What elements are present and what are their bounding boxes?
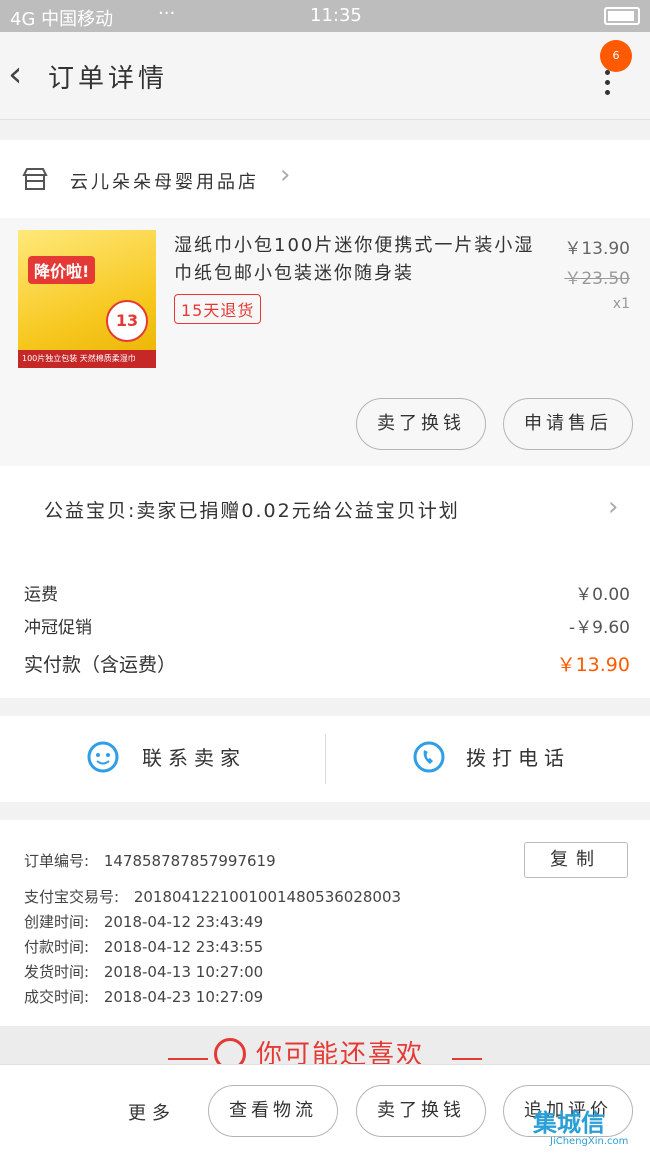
thumb-bottom-text: 100片独立包装 天然棉质柔湿巾 (18, 350, 156, 368)
chat-bubble-icon[interactable] (86, 740, 120, 774)
after-sale-button[interactable]: 申请售后 (503, 398, 633, 450)
paid-time-row: 付款时间: 2018-04-12 23:43:55 (24, 936, 263, 957)
view-logistics-button[interactable]: 查看物流 (208, 1085, 338, 1137)
fee-value: ￥0.00 (575, 585, 630, 605)
more-menu-icon[interactable] (600, 70, 614, 100)
product-original-price: ￥23.50 (564, 269, 630, 289)
more-button[interactable]: 更多 (128, 1099, 176, 1125)
product-quantity: x1 (612, 296, 630, 312)
watermark-url: JiChengXin.com (550, 1136, 629, 1147)
carrier-label: 4G 中国移动 (10, 9, 114, 30)
fee-value: -￥9.60 (569, 618, 630, 638)
shipped-time-row: 发货时间: 2018-04-13 10:27:00 (24, 961, 263, 982)
fee-summary: 运费 ￥0.00 冲冠促销 -￥9.60 实付款（含运费） ￥13.90 (0, 556, 650, 698)
shop-name[interactable]: 云儿朵朵母婴用品店 (70, 168, 259, 194)
info-value: 2018-04-13 10:27:00 (103, 963, 264, 981)
info-label: 创建时间: (24, 913, 90, 931)
shop-row[interactable]: 云儿朵朵母婴用品店 › (0, 140, 650, 218)
product-price: ￥13.90 (564, 239, 630, 259)
info-value: 2018-04-12 23:43:55 (103, 938, 264, 956)
shipping-fee-row: 运费 ￥0.00 (24, 580, 630, 605)
info-value: 2018-04-12 23:43:49 (103, 913, 264, 931)
product-card[interactable]: 降价啦! 13 100片独立包装 天然棉质柔湿巾 湿纸巾小包100片迷你便携式一… (0, 218, 650, 466)
info-label: 付款时间: (24, 938, 90, 956)
promotion-row: 冲冠促销 -￥9.60 (24, 613, 630, 638)
copy-button[interactable]: 复制 (524, 842, 628, 878)
info-value: 147858787857997619 (103, 852, 276, 870)
fee-label: 运费 (24, 585, 58, 605)
contact-bar: 联系卖家 拨打电话 (0, 716, 650, 802)
buy-again-button[interactable]: 卖了换钱 (356, 398, 486, 450)
phone-icon[interactable] (412, 740, 446, 774)
product-thumbnail[interactable]: 降价啦! 13 100片独立包装 天然棉质柔湿巾 (18, 230, 156, 368)
store-icon (22, 168, 48, 190)
info-label: 支付宝交易号: (24, 888, 120, 906)
battery-icon (604, 7, 640, 25)
nav-bar: ‹ 订单详情 6 (0, 32, 650, 120)
order-info: 订单编号: 147858787857997619 复制 支付宝交易号: 2018… (0, 820, 650, 1026)
status-bar: 4G 中国移动 ··· 11:35 (0, 0, 650, 32)
notification-badge[interactable]: 6 (600, 40, 632, 72)
alipay-number-row: 支付宝交易号: 2018041221001001480536028003 (24, 886, 401, 907)
info-value: 2018041221001001480536028003 (133, 888, 402, 906)
info-label: 发货时间: (24, 963, 90, 981)
thumb-sale-label: 降价啦! (28, 256, 96, 284)
thumb-price-tag: 13 (106, 300, 148, 342)
clock: 11:35 (310, 5, 362, 26)
info-label: 成交时间: (24, 988, 90, 1006)
heart-icon (214, 1038, 246, 1064)
back-icon[interactable]: ‹ (8, 54, 22, 95)
fee-label: 冲冠促销 (24, 618, 92, 638)
product-title[interactable]: 湿纸巾小包100片迷你便携式一片装小湿巾纸包邮小包装迷你随身装 (174, 232, 544, 288)
divider (325, 734, 326, 784)
chevron-right-icon: › (280, 160, 291, 190)
recommend-title: 你可能还喜欢 (256, 1040, 425, 1064)
recommend-header: 你可能还喜欢 (0, 1026, 650, 1064)
page-title: 订单详情 (48, 64, 169, 94)
charity-text: 公益宝贝:卖家已捐赠0.02元给公益宝贝计划 (44, 500, 460, 522)
completed-time-row: 成交时间: 2018-04-23 10:27:09 (24, 986, 263, 1007)
total-paid-value: ￥13.90 (556, 654, 630, 676)
created-time-row: 创建时间: 2018-04-12 23:43:49 (24, 911, 263, 932)
contact-seller-button[interactable]: 联系卖家 (142, 742, 246, 771)
chevron-right-icon: › (608, 492, 619, 522)
order-number-row: 订单编号: 147858787857997619 (24, 850, 276, 871)
buy-again-button[interactable]: 卖了换钱 (356, 1085, 486, 1137)
info-label: 订单编号: (24, 852, 90, 870)
decorative-line (452, 1058, 482, 1060)
total-paid-row: 实付款（含运费） ￥13.90 (24, 650, 630, 677)
call-phone-button[interactable]: 拨打电话 (466, 742, 570, 771)
charity-row[interactable]: 公益宝贝:卖家已捐赠0.02元给公益宝贝计划 › (0, 466, 650, 556)
watermark-logo: 集城信 (533, 1109, 605, 1137)
info-value: 2018-04-23 10:27:09 (103, 988, 264, 1006)
decorative-line (168, 1058, 208, 1060)
more-status-dots: ··· (158, 3, 176, 24)
return-policy-badge: 15天退货 (174, 294, 262, 324)
fee-label: 实付款（含运费） (24, 654, 177, 676)
